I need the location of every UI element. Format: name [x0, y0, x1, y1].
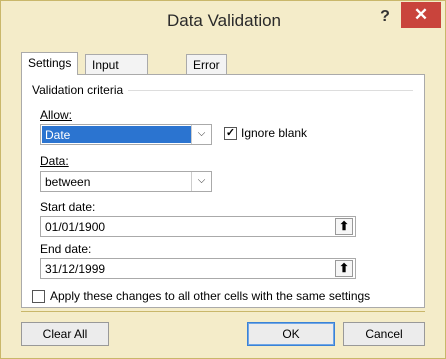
ignore-blank-label: Ignore blank: [241, 126, 308, 140]
ok-button[interactable]: OK: [247, 322, 335, 346]
end-date-field[interactable]: 31/12/1999 ⬆: [40, 258, 356, 279]
title-bar: Data Validation ? ✕: [1, 1, 446, 39]
data-dropdown[interactable]: between ⌵: [40, 171, 212, 192]
data-value: between: [45, 175, 91, 189]
tab-error-alert[interactable]: Error Alert: [186, 54, 227, 92]
range-picker-icon[interactable]: ⬆: [335, 260, 353, 277]
settings-panel: Validation criteria Allow: Date ⌵ ✓ Igno…: [21, 74, 425, 308]
help-icon[interactable]: ?: [374, 6, 396, 28]
start-date-field[interactable]: 01/01/1900 ⬆: [40, 216, 356, 237]
allow-label: Allow:: [40, 108, 73, 122]
range-picker-icon[interactable]: ⬆: [335, 218, 353, 235]
end-date-value: 31/12/1999: [45, 262, 106, 276]
tab-settings[interactable]: Settings: [21, 52, 79, 75]
clear-all-button[interactable]: Clear All: [21, 322, 109, 346]
end-date-label: End date:: [40, 242, 92, 256]
footer-divider: [21, 311, 425, 312]
validation-criteria-heading: Validation criteria: [32, 83, 124, 97]
cancel-button[interactable]: Cancel: [343, 322, 425, 346]
data-label: Data:: [40, 154, 69, 168]
start-date-label: Start date:: [40, 200, 96, 214]
apply-to-all-checkbox[interactable]: [32, 290, 45, 303]
chevron-down-icon[interactable]: ⌵: [191, 125, 211, 144]
chevron-down-icon[interactable]: ⌵: [191, 172, 211, 191]
start-date-value: 01/01/1900: [45, 220, 106, 234]
ignore-blank-checkbox[interactable]: ✓: [224, 127, 237, 140]
group-divider: [128, 90, 413, 91]
allow-dropdown[interactable]: Date ⌵: [40, 124, 212, 145]
tab-input-message[interactable]: Input Message: [85, 54, 148, 92]
data-validation-dialog: Data Validation ? ✕ Settings Input Messa…: [0, 0, 446, 359]
allow-value: Date: [45, 128, 71, 142]
close-button[interactable]: ✕: [401, 2, 441, 28]
apply-to-all-label: Apply these changes to all other cells w…: [50, 289, 371, 303]
